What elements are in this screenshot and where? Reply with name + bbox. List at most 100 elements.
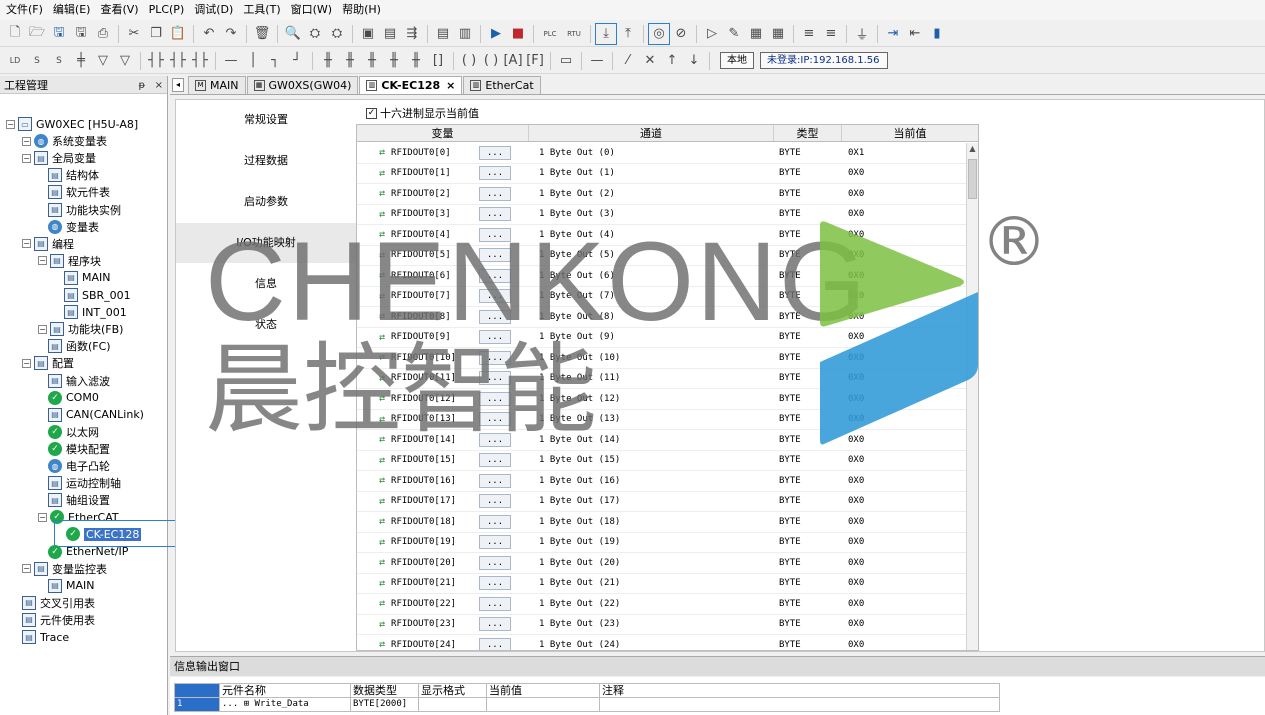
settings-status[interactable]: 状态 [176, 305, 356, 345]
ladder-down2-icon[interactable]: ▽ [116, 52, 134, 70]
run-icon[interactable]: ▶ [487, 25, 505, 43]
menu-window[interactable]: 窗口(W) [291, 0, 332, 20]
table-row[interactable]: ⇄ RFIDOUT0[18]... 1 Byte Out (18) BYTE 0X0 [357, 512, 966, 533]
document-list-icon[interactable]: ▥ [456, 25, 474, 43]
rtu-icon[interactable]: RTU [564, 25, 584, 43]
compile-icon[interactable]: ▤ [381, 25, 399, 43]
scroll-thumb[interactable] [968, 159, 977, 199]
tree-node[interactable]: − ◍ 系统变量表 [22, 133, 107, 149]
menu-debug[interactable]: 调试(D) [194, 0, 233, 20]
grid-edit-icon[interactable]: ▦ [769, 25, 787, 43]
table-row[interactable]: ⇄ RFIDOUT0[14]... 1 Byte Out (14) BYTE 0X0 [357, 430, 966, 451]
menu-view[interactable]: 查看(V) [100, 0, 138, 20]
download-icon[interactable]: ⤓ [595, 22, 617, 45]
scroll-up-icon[interactable]: ▲ [967, 143, 978, 155]
table-row[interactable]: ⇄ RFIDOUT0[22]... 1 Byte Out (22) BYTE 0X0 [357, 594, 966, 615]
ladder-down-icon[interactable]: ▽ [94, 52, 112, 70]
panel-icon[interactable]: ▮ [928, 25, 946, 43]
tab-close-icon[interactable]: × [446, 79, 455, 92]
tree-node[interactable]: − ▤ 功能块(FB) [38, 321, 123, 337]
table-row[interactable]: ⇄ RFIDOUT0[11]... 1 Byte Out (11) BYTE 0X0 [357, 369, 966, 389]
browse-button[interactable]: ... [479, 227, 512, 242]
browse-button[interactable]: ... [479, 555, 512, 570]
tree-expander-icon[interactable]: − [22, 358, 31, 368]
ladder-branch-icon[interactable]: ╪ [72, 52, 90, 70]
new-file-icon[interactable]: 🗋 [6, 25, 24, 43]
browse-button[interactable]: ... [479, 207, 512, 222]
table-row[interactable]: ⇄ RFIDOUT0[15]... 1 Byte Out (15) BYTE 0X0 [357, 451, 966, 471]
cross-icon[interactable]: ✕ [641, 52, 659, 70]
tree-node[interactable]: ▤ SBR_001 [64, 287, 131, 303]
table-row[interactable]: ⇄ RFIDOUT0[0]... 1 Byte Out (0) BYTE 0X1 [357, 143, 966, 164]
browse-button[interactable]: ... [479, 432, 512, 447]
tree-node[interactable]: − ▤ 程序块 [38, 253, 101, 269]
tab-nav-left-icon[interactable]: ◂ [172, 78, 184, 92]
comment-icon[interactable]: ▭ [557, 52, 575, 70]
col-variable[interactable]: 变量 [357, 125, 529, 141]
browse-button[interactable]: ... [479, 248, 512, 263]
ladder-s-icon[interactable]: S [28, 52, 46, 70]
slash-icon[interactable]: ⁄ [619, 52, 637, 70]
search-icon[interactable]: 🔍 [284, 25, 302, 43]
arrow-down-icon[interactable]: ↓ [685, 52, 703, 70]
col-type[interactable]: 类型 [774, 125, 842, 141]
ladder-inv-icon[interactable]: ╫ [407, 52, 425, 70]
tree-node[interactable]: − ▭ GW0XEC [H5U-A8] [6, 116, 138, 132]
logout-icon[interactable]: ⇤ [906, 25, 924, 43]
login-icon[interactable]: ⇥ [884, 25, 902, 43]
tree-node[interactable]: ✓ EtherNet/IP [48, 544, 128, 560]
stop-icon[interactable]: ■ [509, 25, 527, 43]
tree-expander-icon[interactable]: − [38, 256, 47, 266]
table-row[interactable]: ⇄ RFIDOUT0[24]... 1 Byte Out (24) BYTE 0X0 [357, 635, 966, 650]
table-row[interactable]: ⇄ RFIDOUT0[10]... 1 Byte Out (10) BYTE 0X0 [357, 348, 966, 369]
ladder-line-icon[interactable]: — [222, 52, 240, 70]
menu-help[interactable]: 帮助(H) [342, 0, 381, 20]
hline-icon[interactable]: — [588, 52, 606, 70]
tree-node[interactable]: ▤ 软元件表 [48, 184, 110, 200]
tree-node[interactable]: ▤ 输入滤波 [48, 373, 110, 389]
browse-button[interactable]: ... [479, 330, 512, 345]
tree-expander-icon[interactable]: − [38, 324, 47, 334]
tree-node[interactable]: − ▤ 配置 [22, 355, 74, 371]
copy-icon[interactable]: ❐ [147, 25, 165, 43]
menu-plc[interactable]: PLC(P) [149, 0, 185, 20]
step-icon[interactable]: ▷ [703, 25, 721, 43]
browse-button[interactable]: ... [479, 617, 512, 632]
table-row[interactable]: ⇄ RFIDOUT0[6]... 1 Byte Out (6) BYTE 0X0 [357, 266, 966, 287]
align-2-icon[interactable]: ≡ [822, 25, 840, 43]
table-row[interactable]: ⇄ RFIDOUT0[17]... 1 Byte Out (17) BYTE 0X0 [357, 492, 966, 512]
ladder-nc-icon[interactable]: ╫ [341, 52, 359, 70]
open-folder-icon[interactable]: 🗁 [28, 25, 46, 43]
table-row[interactable]: ⇄ RFIDOUT0[12]... 1 Byte Out (12) BYTE 0X0 [357, 389, 966, 410]
browse-button[interactable]: ... [479, 371, 512, 386]
tree-node[interactable]: ▤ 运动控制轴 [48, 475, 121, 491]
browse-button[interactable]: ... [479, 473, 512, 488]
tree-expander-icon[interactable]: − [38, 512, 47, 522]
func-block-icon[interactable]: [A] [503, 52, 522, 70]
delete-icon[interactable]: 🗑 [253, 25, 271, 43]
tree-expander-icon[interactable]: − [22, 136, 31, 146]
tab-gw0xs[interactable]: ▦ GW0XS(GW04) [246, 76, 359, 94]
tree-expander-icon[interactable]: − [22, 564, 31, 574]
table-row[interactable]: ⇄ RFIDOUT0[5]... 1 Byte Out (5) BYTE 0X0 [357, 246, 966, 266]
tree-node[interactable]: ◍ 电子凸轮 [48, 458, 110, 474]
coil-icon[interactable]: ( ) [460, 52, 478, 70]
tree-node[interactable]: ▤ INT_001 [64, 304, 127, 320]
browse-button[interactable]: ... [479, 186, 512, 201]
compile-all-icon[interactable]: ⇶ [403, 25, 421, 43]
table-row[interactable]: ⇄ RFIDOUT0[9]... 1 Byte Out (9) BYTE 0X0 [357, 328, 966, 348]
tree-node[interactable]: ✓ COM0 [48, 390, 99, 406]
tree-node[interactable]: ▤ 轴组设置 [48, 492, 110, 508]
table-row[interactable]: ⇄ RFIDOUT0[3]... 1 Byte Out (3) BYTE 0X0 [357, 205, 966, 225]
ladder-p-icon[interactable]: ╫ [363, 52, 381, 70]
network-config-icon[interactable]: ⛭ [328, 25, 346, 43]
browse-button[interactable]: ... [479, 596, 512, 611]
hex-display-checkbox[interactable]: ✓ 十六进制显示当前值 [366, 105, 479, 121]
edit-icon[interactable]: ✎ [725, 25, 743, 43]
undo-icon[interactable]: ↶ [200, 25, 218, 43]
print-icon[interactable]: ⎙ [94, 25, 112, 43]
save-all-icon[interactable]: 🖫 [72, 25, 90, 43]
redo-icon[interactable]: ↷ [222, 25, 240, 43]
tree-node[interactable]: ▤ CAN(CANLink) [48, 407, 144, 423]
ladder-s2-icon[interactable]: S [50, 52, 68, 70]
